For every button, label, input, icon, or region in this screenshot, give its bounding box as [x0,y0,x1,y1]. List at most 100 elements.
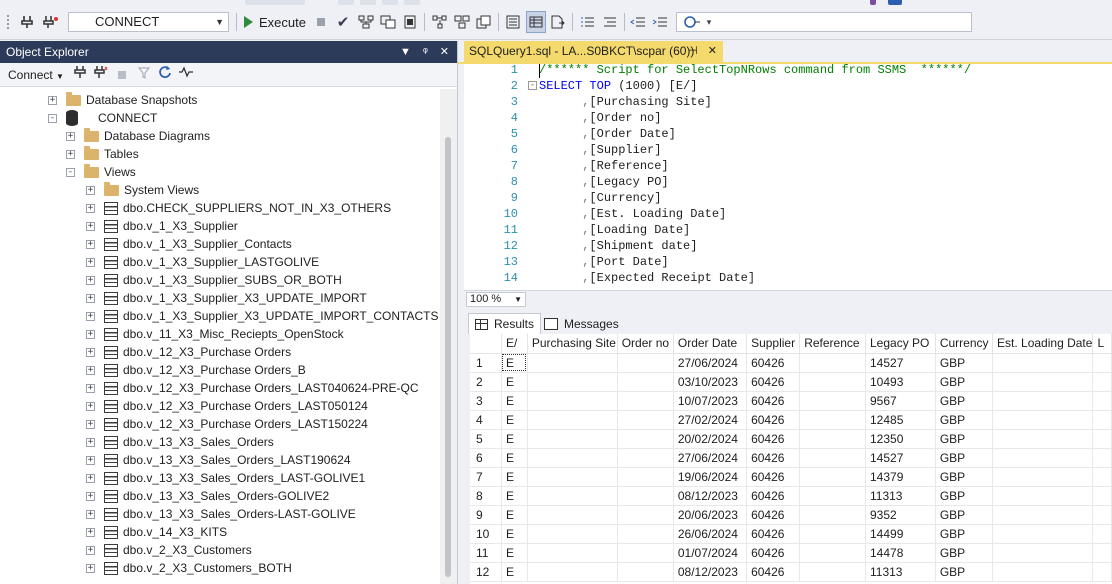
table-cell[interactable] [527,353,618,373]
expand-icon[interactable]: + [86,509,95,519]
table-cell[interactable]: 10/07/2023 [673,391,748,411]
table-cell[interactable] [799,562,866,582]
table-cell[interactable]: 12350 [865,429,936,449]
expand-icon[interactable]: + [86,455,95,465]
tree-node-view[interactable]: + dbo.v_14_X3_KITS [86,523,227,541]
table-row[interactable]: 10 E 26/06/2024 60426 14499 GBP [470,524,1112,544]
column-header[interactable]: E/ [501,334,528,354]
column-header[interactable]: Reference [799,334,866,354]
tree-node-view[interactable]: + dbo.v_2_X3_Customers_BOTH [86,559,292,577]
table-cell[interactable]: E [501,467,528,487]
estimated-plan-icon[interactable] [430,11,450,33]
tree-node-view[interactable]: + dbo.v_1_X3_Supplier_X3_UPDATE_IMPORT_CO… [86,307,438,325]
table-cell[interactable] [799,524,866,544]
table-cell[interactable]: E [501,391,528,411]
tree-node-view[interactable]: + dbo.v_1_X3_Supplier_Contacts [86,235,292,253]
table-cell[interactable]: 14499 [865,524,936,544]
pin-icon[interactable]: ᵠ [423,41,428,63]
table-cell[interactable] [617,543,674,563]
table-cell[interactable]: 60426 [746,448,801,468]
table-row[interactable]: 9 E 20/06/2023 60426 9352 GBP [470,505,1112,525]
table-cell[interactable] [1092,543,1112,563]
tree-node-view[interactable]: + dbo.CHECK_SUPPLIERS_NOT_IN_X3_OTHERS [86,199,391,217]
expand-icon[interactable]: + [86,239,95,249]
table-cell[interactable]: 60426 [746,467,801,487]
uncomment-lines-icon[interactable] [600,11,620,33]
table-cell[interactable] [992,562,1094,582]
grid-corner-cell[interactable] [470,334,502,354]
table-cell[interactable]: GBP [935,524,994,544]
tree-node-view[interactable]: + dbo.v_13_X3_Sales_Orders-GOLIVE2 [86,487,329,505]
expand-icon[interactable]: + [48,95,57,105]
table-cell[interactable]: 27/06/2024 [673,353,748,373]
row-number-cell[interactable]: 9 [470,505,502,525]
table-cell[interactable] [617,467,674,487]
stop-icon[interactable] [314,11,328,33]
specify-values-icon[interactable] [680,11,704,33]
table-row[interactable]: 11 E 01/07/2024 60426 14478 GBP [470,543,1112,563]
column-header[interactable]: Order Date [673,334,748,354]
table-cell[interactable] [617,524,674,544]
client-statistics-icon[interactable] [474,11,494,33]
table-cell[interactable] [1092,524,1112,544]
table-cell[interactable]: 60426 [746,505,801,525]
table-cell[interactable]: GBP [935,391,994,411]
tree-node-folder[interactable]: + Tables [66,145,139,163]
table-cell[interactable] [992,391,1094,411]
code-line[interactable]: 9 ,[Currency] [464,190,1112,206]
table-row[interactable]: 1 E 27/06/2024 60426 14527 GBP [470,353,1112,373]
column-header[interactable]: Est. Loading Date [992,334,1094,354]
tree-node-view[interactable]: + dbo.v_1_X3_Supplier_X3_UPDATE_IMPORT [86,289,367,307]
table-cell[interactable] [799,353,866,373]
toolbar-grip[interactable] [6,14,10,30]
table-cell[interactable]: 08/12/2023 [673,486,748,506]
table-cell[interactable] [617,372,674,392]
tree-node-view[interactable]: + dbo.v_2_X3_Customers [86,541,252,559]
expand-icon[interactable]: + [86,383,95,393]
tree-node-folder[interactable]: + Database Snapshots [48,91,197,109]
table-cell[interactable] [799,448,866,468]
column-header[interactable]: Order no [617,334,674,354]
expand-icon[interactable]: + [86,311,95,321]
table-cell[interactable] [992,448,1094,468]
table-cell[interactable] [1092,410,1112,430]
execute-button[interactable]: Execute [244,11,306,33]
expand-icon[interactable]: + [86,545,95,555]
row-number-cell[interactable]: 1 [470,353,502,373]
display-plan-icon[interactable] [356,11,376,33]
table-cell[interactable]: E [501,353,528,373]
code-line[interactable]: 10 ,[Est. Loading Date] [464,206,1112,222]
expand-icon[interactable]: + [86,491,95,501]
code-line[interactable]: 5 ,[Order Date] [464,126,1112,142]
table-cell[interactable] [527,372,618,392]
table-cell[interactable]: GBP [935,562,994,582]
tree-node-view[interactable]: + dbo.v_12_X3_Purchase Orders_B [86,361,306,379]
table-cell[interactable] [799,486,866,506]
table-cell[interactable] [992,543,1094,563]
decrease-indent-icon[interactable] [628,11,648,33]
table-cell[interactable]: 60426 [746,410,801,430]
code-line[interactable]: 12 ,[Shipment date] [464,238,1112,254]
filter-icon[interactable] [137,63,151,87]
table-cell[interactable] [799,505,866,525]
table-cell[interactable] [799,410,866,430]
table-row[interactable]: 8 E 08/12/2023 60426 11313 GBP [470,486,1112,506]
table-cell[interactable]: GBP [935,372,994,392]
change-connection-icon[interactable] [40,11,62,33]
table-cell[interactable]: GBP [935,467,994,487]
code-line[interactable]: 14 ,[Expected Receipt Date] [464,270,1112,286]
table-cell[interactable]: 08/12/2023 [673,562,748,582]
tab-messages[interactable]: Messages [538,313,625,334]
stop-icon[interactable] [118,63,126,87]
code-line[interactable]: 13 ,[Port Date] [464,254,1112,270]
table-cell[interactable]: E [501,486,528,506]
tree-node-view[interactable]: + dbo.v_1_X3_Supplier [86,217,238,235]
table-cell[interactable] [617,562,674,582]
connect-dropdown[interactable]: Connect ▼ [8,63,64,89]
table-cell[interactable]: 60426 [746,543,801,563]
results-to-text-icon[interactable] [504,11,524,33]
table-cell[interactable] [799,467,866,487]
pin-icon[interactable]: ⊣ [688,41,698,62]
expand-icon[interactable]: + [86,185,95,195]
results-grid[interactable]: E/Purchasing Site Order no Order Date Suppl… [470,334,1112,584]
